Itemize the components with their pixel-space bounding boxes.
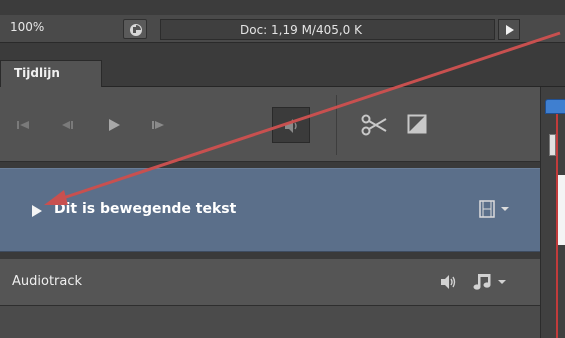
zoom-level[interactable]: 100%: [10, 20, 44, 34]
panel-tab-bar: Tijdlijn: [0, 43, 565, 87]
music-note-icon[interactable]: [472, 271, 512, 293]
transition-button[interactable]: [407, 114, 427, 134]
audio-track-name: Audiotrack: [12, 274, 83, 289]
timeline-empty-area: [0, 306, 540, 338]
clip-bar[interactable]: [558, 175, 565, 245]
step-back-icon: [62, 121, 73, 129]
step-forward-icon: [152, 121, 164, 129]
film-strip-icon[interactable]: [478, 199, 518, 219]
tab-timeline-label: Tijdlijn: [14, 66, 60, 80]
skip-to-start-icon: [17, 121, 29, 129]
play-button[interactable]: [103, 115, 127, 135]
status-menu-button[interactable]: [498, 19, 520, 40]
doc-stats-icon: [130, 24, 142, 36]
toolbar-divider: [336, 95, 337, 155]
mute-audio-icon: [285, 119, 297, 133]
scissors-icon: [361, 114, 387, 136]
top-strip: [0, 0, 565, 15]
doc-stats-button[interactable]: [123, 19, 147, 39]
playhead-line: [556, 114, 558, 338]
speaker-icon[interactable]: [440, 273, 458, 291]
timeline-toolbar: [0, 87, 540, 162]
doc-info-text: Doc: 1,19 M/405,0 K: [240, 23, 363, 37]
split-button[interactable]: [360, 112, 388, 138]
status-bar: 100% Doc: 1,19 M/405,0 K: [0, 15, 565, 43]
play-right-icon: [506, 25, 514, 35]
play-icon: [109, 119, 120, 131]
transition-icon: [407, 114, 427, 134]
skip-to-start-button[interactable]: [14, 115, 38, 135]
step-forward-button[interactable]: [148, 115, 172, 135]
doc-info-field: Doc: 1,19 M/405,0 K: [160, 19, 495, 40]
clip-grip[interactable]: [549, 134, 556, 156]
mute-audio-button[interactable]: [272, 107, 310, 143]
step-back-button[interactable]: [58, 115, 82, 135]
playhead-handle[interactable]: [545, 99, 565, 114]
layer-row[interactable]: Dit is bewegende tekst: [0, 168, 540, 252]
layer-name: Dit is bewegende tekst: [54, 201, 237, 217]
expand-triangle-icon[interactable]: [31, 204, 43, 218]
audio-track-row[interactable]: Audiotrack: [0, 259, 540, 306]
tab-timeline[interactable]: Tijdlijn: [0, 60, 102, 87]
